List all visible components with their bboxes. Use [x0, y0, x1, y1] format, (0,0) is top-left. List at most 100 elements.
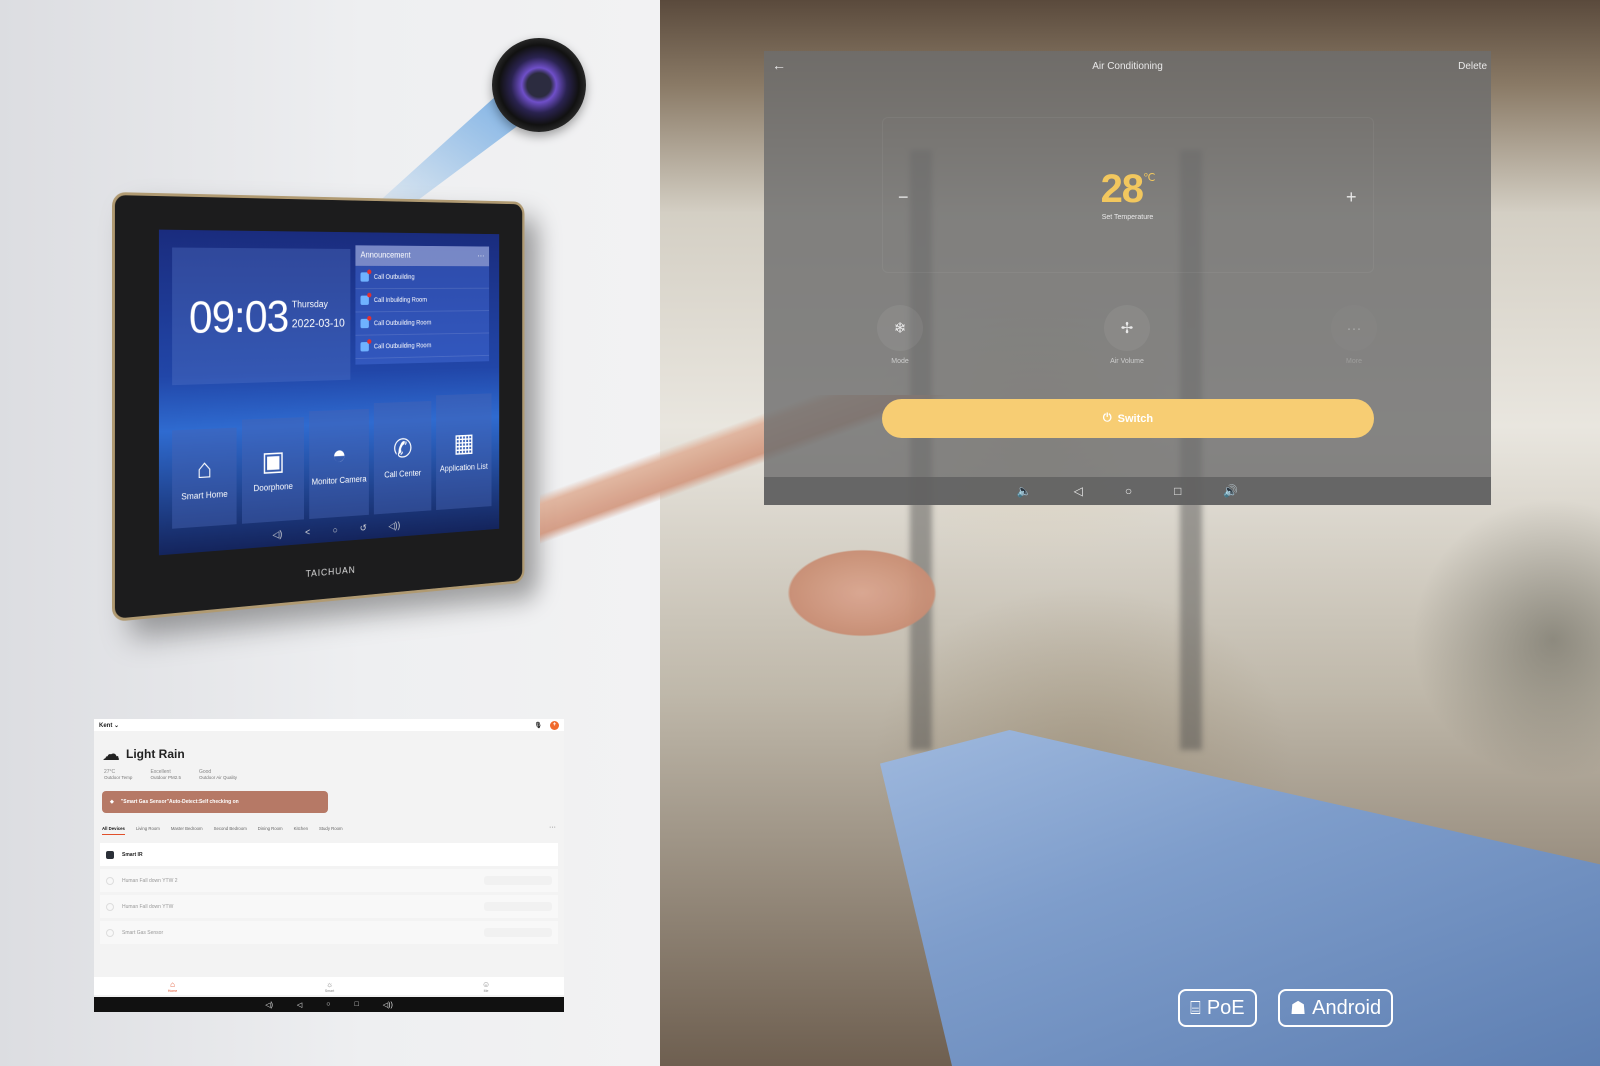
microphone-icon[interactable]: 🎙 — [534, 722, 542, 729]
device-row[interactable]: Human Fall down YTW — [100, 895, 558, 918]
home-selector[interactable]: Kent ⌄ — [99, 722, 119, 729]
tile-label: Call Center — [384, 468, 422, 480]
bottom-tab-bar: ⌂ Home ☼ Smart ☺ Me — [94, 977, 564, 995]
air-conditioning-screen: ← Air Conditioning Delete − + 28℃ Set Te… — [764, 51, 1491, 505]
recents-icon[interactable]: □ — [1174, 484, 1181, 498]
back-icon[interactable]: ◁ — [1074, 484, 1083, 498]
tab-kitchen[interactable]: Kitchen — [294, 826, 308, 835]
badge-label: PoE — [1206, 996, 1245, 1019]
device-name: Human Fall down YTW 2 — [122, 877, 178, 884]
android-badge: ☗ Android — [1278, 989, 1394, 1027]
announcement-text: Call Inbuilding Room — [373, 296, 427, 304]
weather-summary: ☁ Light Rain — [102, 745, 185, 763]
recents-icon[interactable]: □ — [355, 1001, 359, 1008]
device-action-button[interactable] — [484, 902, 552, 911]
volume-down-icon[interactable]: ◁) — [273, 530, 283, 541]
add-button[interactable]: + — [550, 720, 559, 730]
device-name: Human Fall down YTW — [122, 903, 174, 910]
device-name: Smart IR — [122, 851, 143, 858]
device-name: Smart Gas Sensor — [122, 929, 164, 936]
android-icon: ☗ — [1290, 997, 1307, 1018]
home-icon[interactable]: ○ — [1125, 484, 1132, 498]
smart-home-app-screen: Kent ⌄ 🎙 + ☁ Light Rain 27°C Outdoor Temp… — [94, 719, 564, 1012]
announcement-item[interactable]: Call Outbuilding Room — [355, 311, 490, 336]
power-switch-button[interactable]: ⏻ Switch — [882, 399, 1374, 438]
volume-down-icon[interactable]: 🔈 — [1017, 484, 1032, 498]
home-icon[interactable]: ○ — [332, 525, 337, 536]
mode-control[interactable]: ❄ Mode — [860, 305, 940, 365]
announcement-header: Announcement ··· — [355, 245, 490, 267]
device-action-button[interactable] — [484, 928, 552, 937]
tile-label: Monitor Camera — [311, 474, 367, 487]
app-header: Kent ⌄ 🎙 + — [94, 719, 564, 731]
camera-icon: ◓ — [332, 439, 347, 470]
home-icon[interactable]: ○ — [326, 1001, 330, 1008]
tile-doorphone[interactable]: ▣ Doorphone — [242, 417, 305, 524]
temperature-readout: 28℃ — [764, 167, 1491, 212]
fan-icon: ✢ — [1104, 305, 1150, 351]
more-control[interactable]: ··· More — [1314, 305, 1394, 366]
tab-dining-room[interactable]: Dining Room — [258, 826, 283, 835]
tab-label: Me — [483, 988, 489, 993]
rain-cloud-icon: ☁ — [102, 744, 120, 764]
wall-panel-device: 09:03 Thursday 2022-03-10 Announcement ·… — [112, 192, 525, 622]
temperature-value: 28 — [1100, 167, 1144, 211]
stat-item: Good Outdoor Air Quality — [199, 769, 237, 780]
announcement-item[interactable]: Call Outbuilding — [355, 265, 490, 290]
call-icon — [360, 342, 369, 352]
tile-smart-home[interactable]: ⌂ Smart Home — [172, 427, 237, 529]
tile-call-center[interactable]: ✆ Call Center — [373, 400, 432, 515]
smart-icon: ☼ — [325, 979, 334, 989]
tab-study-room[interactable]: Study Room — [319, 826, 343, 835]
back-icon[interactable]: < — [305, 527, 310, 538]
clock-widget: 09:03 Thursday 2022-03-10 — [172, 247, 351, 386]
more-icon[interactable]: ··· — [477, 251, 484, 262]
announcement-item[interactable]: Call Outbuilding Room — [355, 333, 490, 360]
screen-title: Air Conditioning — [1092, 61, 1163, 72]
announcement-item[interactable]: Call Inbuilding Room — [355, 288, 490, 313]
ethernet-icon: ⌸ — [1190, 997, 1201, 1018]
announcement-text: Call Outbuilding Room — [373, 319, 432, 327]
volume-down-icon[interactable]: ◁) — [265, 1001, 273, 1009]
device-row[interactable]: Smart Gas Sensor — [100, 921, 558, 944]
tab-home[interactable]: ⌂ Home — [168, 980, 177, 993]
temperature-unit: ℃ — [1143, 172, 1155, 184]
system-nav-bar: 🔈 ◁ ○ □ 🔊 — [764, 477, 1491, 505]
home-icon: ⌂ — [170, 979, 175, 989]
tile-application-list[interactable]: ▦ Application List — [436, 393, 492, 511]
tab-second-bedroom[interactable]: Second Bedroom — [214, 826, 247, 835]
app-tiles: ⌂ Smart Home ▣ Doorphone ◓ Monitor Camera ✆… — [172, 393, 492, 529]
tab-living-room[interactable]: Living Room — [136, 826, 160, 835]
delete-button[interactable]: Delete — [1458, 61, 1487, 72]
air-volume-control[interactable]: ✢ Air Volume — [1087, 305, 1167, 365]
tab-master-bedroom[interactable]: Master Bedroom — [171, 826, 203, 835]
control-label: Mode — [891, 358, 909, 365]
announcement-widget[interactable]: Announcement ··· Call Outbuilding Call I… — [355, 245, 490, 365]
tab-all-devices[interactable]: All Devices — [102, 826, 125, 835]
device-icon — [106, 850, 114, 859]
stat-item: 27°C Outdoor Temp — [104, 769, 132, 780]
device-list: Smart IR Human Fall down YTW 2 Human Fal… — [100, 843, 558, 947]
clock-day: Thursday — [291, 299, 328, 311]
tile-monitor-camera[interactable]: ◓ Monitor Camera — [309, 408, 369, 520]
device-icon — [106, 876, 114, 885]
back-icon[interactable]: ◁ — [297, 1001, 302, 1009]
volume-up-icon[interactable]: ◁)) — [383, 1001, 393, 1009]
announcement-title: Announcement — [360, 250, 411, 260]
volume-up-icon[interactable]: 🔊 — [1223, 484, 1238, 498]
system-nav-bar: ◁) ◁ ○ □ ◁)) — [94, 997, 564, 1012]
tile-label: Smart Home — [181, 488, 228, 502]
tab-smart[interactable]: ☼ Smart — [325, 980, 334, 993]
alert-banner[interactable]: ◆ "Smart Gas Sensor"Auto-Detect:Self che… — [102, 791, 328, 813]
return-icon[interactable]: ↺ — [360, 523, 367, 534]
tag-icon: ◆ — [110, 799, 114, 805]
device-action-button[interactable] — [484, 876, 552, 885]
device-row[interactable]: Human Fall down YTW 2 — [100, 869, 558, 892]
clock-date: 2022-03-10 — [291, 316, 345, 331]
tab-me[interactable]: ☺ Me — [482, 980, 490, 993]
call-icon — [360, 318, 369, 329]
device-row[interactable]: Smart IR — [100, 843, 558, 866]
volume-up-icon[interactable]: ◁)) — [388, 521, 400, 532]
more-tabs-icon[interactable]: ··· — [549, 824, 556, 835]
switch-label: Switch — [1117, 412, 1154, 425]
